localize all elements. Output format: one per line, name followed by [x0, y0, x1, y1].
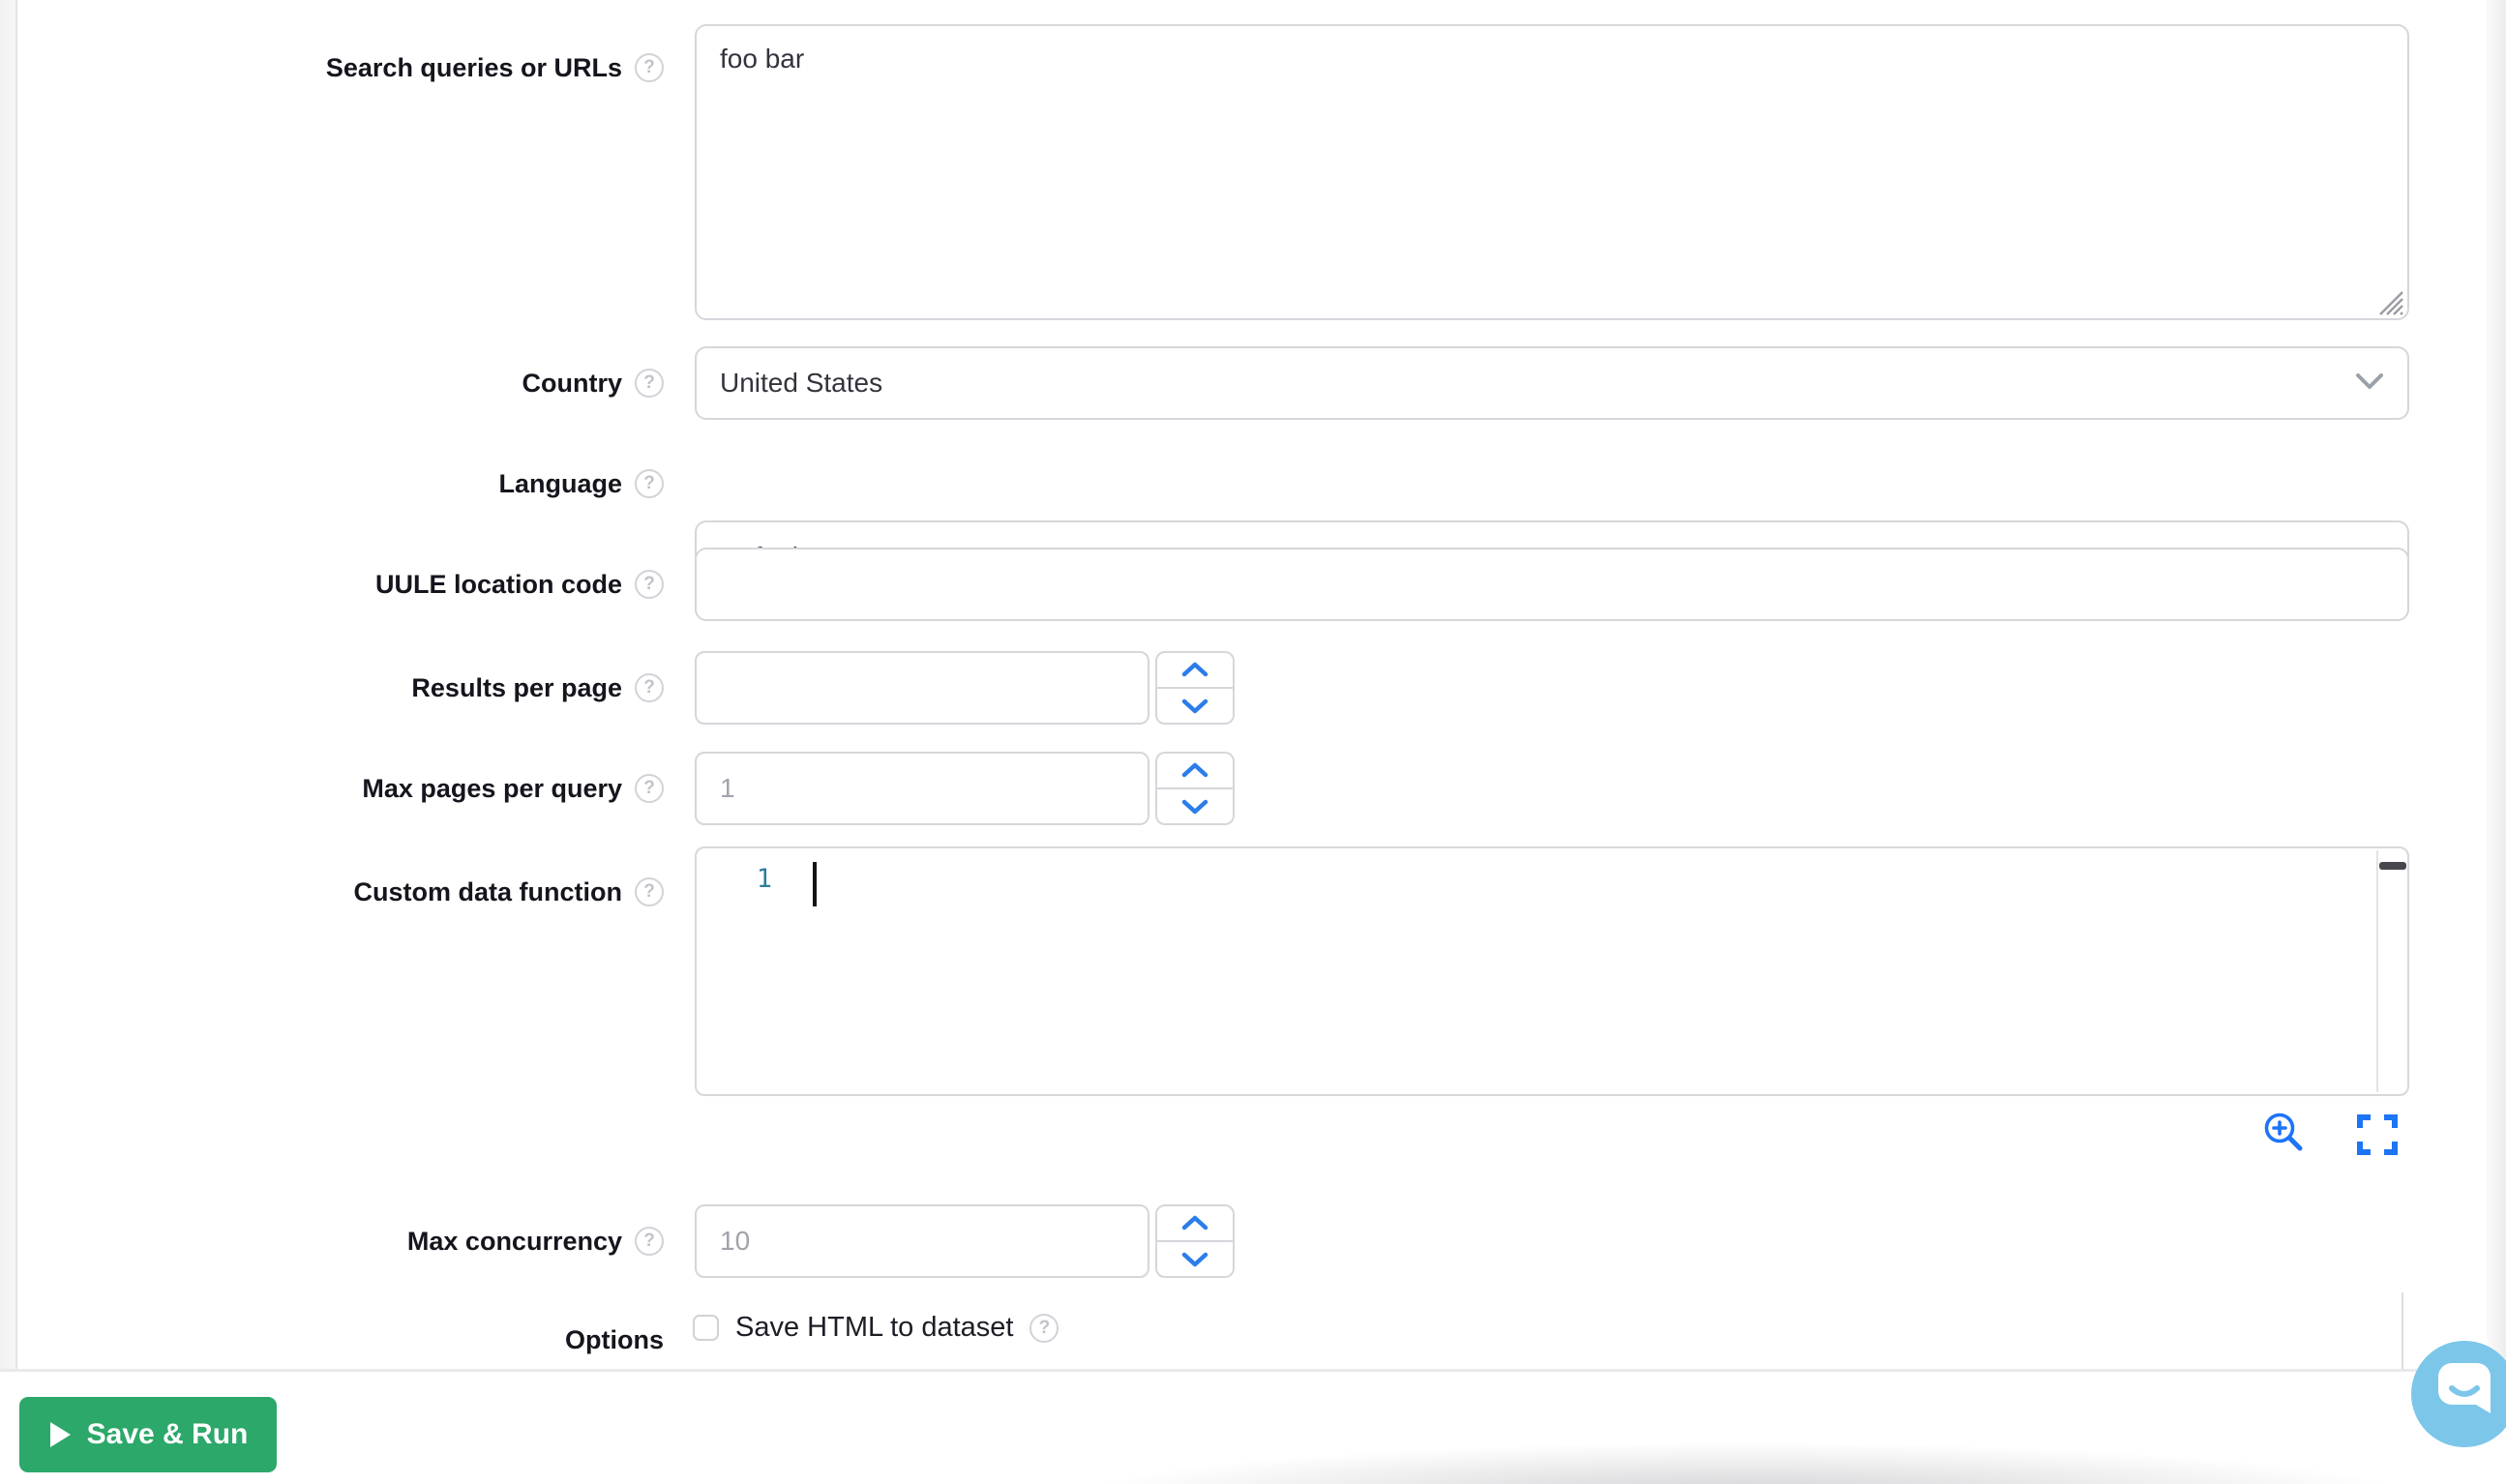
- stepper-up-button[interactable]: [1157, 754, 1233, 787]
- chevron-down-icon: [1180, 798, 1209, 815]
- actor-input-form-page: Search queries or URLs ? foo bar Country…: [0, 0, 2506, 1484]
- help-icon[interactable]: ?: [635, 673, 664, 702]
- fullscreen-icon: [2357, 1114, 2398, 1155]
- uule-input[interactable]: [695, 548, 2409, 621]
- results-per-page-input[interactable]: [695, 651, 1149, 725]
- chevron-up-icon: [1180, 1215, 1209, 1232]
- country-selected-value: United States: [720, 368, 882, 399]
- editor-scrollbar-thumb[interactable]: [2379, 862, 2406, 870]
- custom-data-function-label: Custom data function: [354, 877, 623, 907]
- chevron-down-icon: [1180, 697, 1209, 714]
- results-per-page-label: Results per page: [411, 673, 622, 703]
- country-label-row: Country ?: [0, 364, 664, 402]
- results-per-page-label-row: Results per page ?: [0, 668, 664, 707]
- max-pages-label-row: Max pages per query ?: [0, 769, 664, 808]
- country-select[interactable]: United States: [695, 346, 2409, 420]
- editor-line-number: 1: [747, 864, 772, 894]
- form-footer-bar: Save & Run: [0, 1369, 2506, 1484]
- page-right-gutter: [2487, 0, 2506, 1369]
- stepper-up-button[interactable]: [1157, 1206, 1233, 1240]
- stepper-down-button[interactable]: [1157, 787, 1233, 823]
- help-icon[interactable]: ?: [1029, 1314, 1059, 1343]
- editor-zoom-in-button[interactable]: [2260, 1109, 2307, 1158]
- help-icon[interactable]: ?: [635, 570, 664, 599]
- help-icon[interactable]: ?: [635, 877, 664, 906]
- stepper-up-button[interactable]: [1157, 653, 1233, 687]
- options-label: Options: [565, 1325, 664, 1355]
- chat-bubble-icon: [2411, 1341, 2506, 1447]
- custom-data-function-label-row: Custom data function ?: [0, 873, 664, 911]
- play-icon: [48, 1421, 72, 1448]
- chevron-down-icon: [2355, 371, 2384, 391]
- search-queries-textarea[interactable]: foo bar: [695, 24, 2409, 320]
- search-queries-label: Search queries or URLs: [326, 53, 622, 83]
- country-label: Country: [522, 369, 623, 399]
- help-icon[interactable]: ?: [635, 369, 664, 398]
- help-icon[interactable]: ?: [635, 53, 664, 82]
- max-pages-input[interactable]: [695, 752, 1149, 825]
- chat-widget-button[interactable]: [2411, 1341, 2506, 1447]
- save-and-run-button[interactable]: Save & Run: [19, 1397, 277, 1472]
- save-and-run-label: Save & Run: [87, 1418, 249, 1451]
- editor-text-cursor: [813, 862, 817, 906]
- chevron-up-icon: [1180, 762, 1209, 779]
- help-icon[interactable]: ?: [635, 774, 664, 803]
- editor-scrollbar-track: [2376, 850, 2378, 1092]
- max-concurrency-label-row: Max concurrency ?: [0, 1222, 664, 1261]
- uule-label: UULE location code: [375, 570, 622, 600]
- zoom-in-icon: [2260, 1109, 2307, 1155]
- max-concurrency-input[interactable]: [695, 1204, 1149, 1278]
- textarea-resize-handle-icon[interactable]: [2371, 282, 2405, 317]
- max-pages-label: Max pages per query: [362, 774, 622, 804]
- stepper-down-button[interactable]: [1157, 1240, 1233, 1276]
- card-right-border: [2402, 1292, 2403, 1369]
- language-label: Language: [498, 469, 622, 499]
- help-icon[interactable]: ?: [635, 469, 664, 498]
- save-html-option-row: Save HTML to dataset ?: [693, 1312, 1059, 1344]
- options-label-row: Options: [0, 1321, 664, 1359]
- language-label-row: Language ?: [0, 464, 664, 503]
- max-pages-stepper: [1155, 752, 1235, 825]
- help-icon[interactable]: ?: [635, 1227, 664, 1256]
- stepper-down-button[interactable]: [1157, 687, 1233, 723]
- search-queries-label-row: Search queries or URLs ?: [0, 48, 664, 87]
- max-concurrency-stepper: [1155, 1204, 1235, 1278]
- code-editor[interactable]: 1: [695, 846, 2409, 1096]
- results-per-page-stepper: [1155, 651, 1235, 725]
- editor-fullscreen-button[interactable]: [2357, 1114, 2398, 1158]
- save-html-checkbox[interactable]: [693, 1315, 719, 1341]
- chevron-down-icon: [1180, 1251, 1209, 1267]
- uule-label-row: UULE location code ?: [0, 565, 664, 604]
- chevron-up-icon: [1180, 662, 1209, 678]
- save-html-checkbox-label: Save HTML to dataset: [735, 1312, 1013, 1344]
- max-concurrency-label: Max concurrency: [407, 1227, 622, 1257]
